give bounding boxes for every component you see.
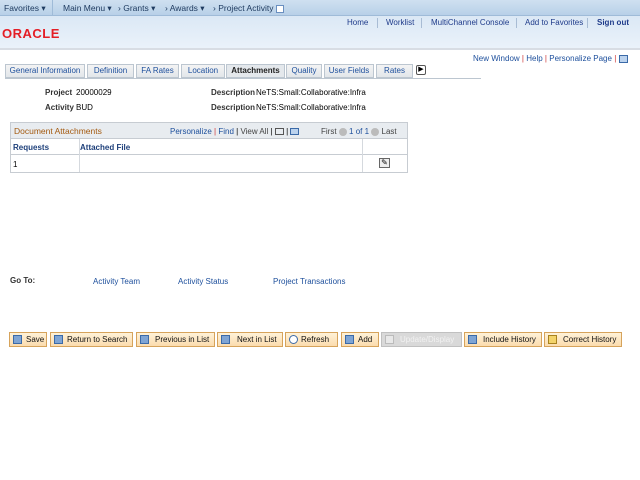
next-in-list-button[interactable]: Next in List <box>217 332 283 347</box>
row-range: 1 of 1 <box>349 127 370 136</box>
zoom-grid-icon[interactable] <box>274 128 284 136</box>
document-attachments-grid: Document Attachments Personalize | Find … <box>10 122 408 173</box>
save-icon <box>13 335 22 344</box>
activity-value: BUD <box>76 103 93 112</box>
page-links: New Window | Help | Personalize Page | <box>473 54 628 63</box>
add-button[interactable]: Add <box>341 332 379 347</box>
project-value: 20000029 <box>76 88 112 97</box>
search-page-icon[interactable] <box>275 4 284 13</box>
tab-rates[interactable]: Rates <box>376 64 413 78</box>
return-to-search-button[interactable]: Return to Search <box>50 332 133 347</box>
save-button[interactable]: Save <box>9 332 47 347</box>
tab-scroll-right-icon[interactable]: ▶ <box>416 65 426 75</box>
oracle-logo: ORACLE <box>2 26 60 41</box>
tab-user-fields[interactable]: User Fields <box>324 64 374 78</box>
worklist-link[interactable]: Worklist <box>386 18 414 27</box>
download-grid-icon[interactable] <box>290 128 300 136</box>
project-description-value: NeTS:Small:Collaborative:Infra <box>256 88 366 97</box>
correct-history-icon <box>548 335 557 344</box>
grid-header: Document Attachments Personalize | Find … <box>11 123 407 139</box>
add-to-favorites-link[interactable]: Add to Favorites <box>525 18 583 27</box>
previous-in-list-button[interactable]: Previous in List <box>136 332 215 347</box>
project-transactions-link[interactable]: Project Transactions <box>273 277 345 286</box>
column-header-requests[interactable]: Requests <box>13 143 49 152</box>
personalize-page-link[interactable]: Personalize Page <box>549 54 612 63</box>
multichannel-console-link[interactable]: MultiChannel Console <box>431 18 509 27</box>
next-row-icon[interactable] <box>371 127 380 136</box>
help-link[interactable]: Help <box>526 54 542 63</box>
goto-label: Go To: <box>10 276 36 285</box>
breadcrumb-project-activity[interactable]: › Project Activity <box>213 3 284 13</box>
activity-status-link[interactable]: Activity Status <box>178 277 228 286</box>
breadcrumb-grants[interactable]: › Grants ▾ <box>118 3 155 14</box>
previous-row-icon[interactable] <box>338 127 347 136</box>
requests-cell: 1 <box>13 160 18 169</box>
column-headers: Requests Attached File <box>11 139 407 155</box>
breadcrumb-awards[interactable]: › Awards ▾ <box>165 3 205 14</box>
tab-attachments[interactable]: Attachments <box>226 64 285 78</box>
update-display-icon <box>385 335 394 344</box>
refresh-icon <box>289 335 298 344</box>
previous-in-list-icon <box>140 335 149 344</box>
activity-label: Activity <box>45 103 74 112</box>
tab-underline <box>5 78 481 79</box>
tab-definition[interactable]: Definition <box>87 64 134 78</box>
add-icon <box>345 335 354 344</box>
activity-description-label: Description <box>211 103 256 112</box>
first-link[interactable]: First <box>321 127 337 136</box>
new-window-link[interactable]: New Window <box>473 54 520 63</box>
grid-title: Document Attachments <box>14 126 102 136</box>
home-link[interactable]: Home <box>347 18 368 27</box>
refresh-button[interactable]: Refresh <box>285 332 338 347</box>
column-header-attached-file[interactable]: Attached File <box>80 143 130 152</box>
return-to-search-icon <box>54 335 63 344</box>
project-description-label: Description <box>211 88 256 97</box>
include-history-icon <box>468 335 477 344</box>
grid-find-link[interactable]: Find <box>218 127 234 136</box>
tab-general-information[interactable]: General Information <box>5 64 85 78</box>
activity-team-link[interactable]: Activity Team <box>93 277 140 286</box>
include-history-button[interactable]: Include History <box>464 332 542 347</box>
sign-out-link[interactable]: Sign out <box>597 18 629 27</box>
tab-quality[interactable]: Quality <box>286 64 322 78</box>
update-display-button: Update/Display <box>381 332 462 347</box>
project-label: Project <box>45 88 73 97</box>
last-link[interactable]: Last <box>382 127 397 136</box>
grid-view-all-link[interactable]: View All <box>240 127 268 136</box>
header: Home Worklist MultiChannel Console Add t… <box>0 16 640 50</box>
next-in-list-icon <box>221 335 230 344</box>
main-menu[interactable]: Main Menu ▾ <box>63 3 112 14</box>
tab-fa-rates[interactable]: FA Rates <box>136 64 179 78</box>
favorites-menu[interactable]: Favorites ▾ <box>4 3 46 14</box>
grid-personalize-link[interactable]: Personalize <box>170 127 212 136</box>
top-nav-bar: Favorites ▾ Main Menu ▾ › Grants ▾ › Awa… <box>0 0 640 16</box>
table-row: 1 ✎ <box>11 155 407 172</box>
spreadsheet-icon[interactable] <box>618 54 628 63</box>
edit-attachment-icon[interactable]: ✎ <box>379 158 390 168</box>
tab-location[interactable]: Location <box>181 64 225 78</box>
correct-history-button[interactable]: Correct History <box>544 332 622 347</box>
activity-description-value: NeTS:Small:Collaborative:Infra <box>256 103 366 112</box>
